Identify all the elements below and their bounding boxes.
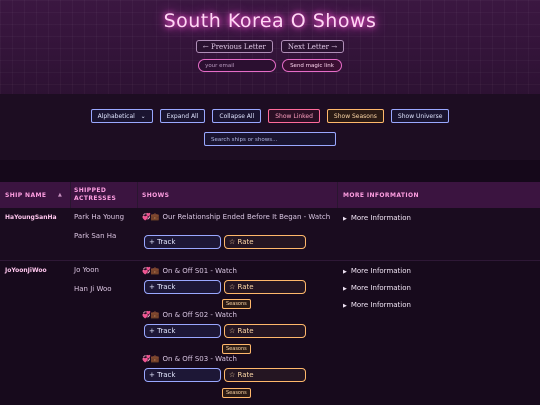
table-row: JoYoonJiWoo Jo Yoon Han Ji Woo 💞💼 On & Of… <box>0 260 540 405</box>
controls-row: Alphabetical ⌄ Expand All Collapse All S… <box>0 109 540 123</box>
table-header: SHIP NAME ▲ SHIPPED ACTRESSES SHOWS MORE… <box>0 182 540 208</box>
more-information-toggle[interactable]: ▶ More Information <box>343 301 411 309</box>
show-seasons-button[interactable]: Show Seasons <box>326 109 384 123</box>
sort-select[interactable]: Alphabetical ⌄ <box>90 109 153 123</box>
collapse-all-button[interactable]: Collapse All <box>212 109 262 123</box>
ship-name: HaYoungSanHa <box>5 214 57 221</box>
show-linked-button[interactable]: Show Linked <box>268 109 320 123</box>
triangle-right-icon: ▶ <box>343 286 347 292</box>
controls-panel: Alphabetical ⌄ Expand All Collapse All S… <box>0 94 540 160</box>
column-header-ship-name[interactable]: SHIP NAME ▲ <box>5 182 70 208</box>
track-button[interactable]: + Track <box>144 368 221 382</box>
actress-name: Jo Yoon <box>74 266 99 274</box>
triangle-right-icon: ▶ <box>343 269 347 275</box>
search-input[interactable]: Search ships or shows... <box>204 132 336 146</box>
track-button[interactable]: + Track <box>144 235 221 249</box>
show-link[interactable]: 💞💼 On & Off S03 - Watch <box>142 354 332 364</box>
column-header-shipped-actresses[interactable]: SHIPPED ACTRESSES <box>74 182 134 208</box>
show-link[interactable]: 💞💼 On & Off S01 - Watch <box>142 266 332 276</box>
show-link[interactable]: 💞💼 On & Off S02 - Watch <box>142 310 332 320</box>
track-button[interactable]: + Track <box>144 280 221 294</box>
email-field[interactable]: your email <box>198 59 277 72</box>
show-universe-button[interactable]: Show Universe <box>390 109 450 123</box>
rate-button[interactable]: ☆ Rate <box>224 280 306 294</box>
show-title: On & Off S03 - Watch <box>162 355 237 363</box>
rate-button[interactable]: ☆ Rate <box>224 235 306 249</box>
show-title: On & Off S01 - Watch <box>162 267 237 275</box>
previous-letter-button[interactable]: ← Previous Letter <box>195 40 273 53</box>
triangle-right-icon: ▶ <box>343 303 347 309</box>
table-row: HaYoungSanHa Park Ha Young Park San Ha 💞… <box>0 208 540 260</box>
sort-select-value: Alphabetical <box>97 112 135 120</box>
show-link[interactable]: 💞💼 Our Relationship Ended Before It Began… <box>142 212 332 222</box>
seasons-badge[interactable]: Seasons <box>222 388 251 398</box>
next-letter-button[interactable]: Next Letter → <box>280 40 345 53</box>
column-header-shows[interactable]: SHOWS <box>142 182 332 208</box>
heart-briefcase-icon: 💞💼 <box>142 213 160 221</box>
letter-nav: ← Previous Letter Next Letter → <box>0 40 540 53</box>
triangle-right-icon: ▶ <box>343 216 347 222</box>
expand-all-button[interactable]: Expand All <box>159 109 206 123</box>
more-information-toggle[interactable]: ▶ More Information <box>343 284 411 292</box>
chevron-down-icon: ⌄ <box>140 112 146 120</box>
seasons-badge[interactable]: Seasons <box>222 299 251 309</box>
ship-name: JoYoonJiWoo <box>5 267 47 274</box>
more-information-toggle[interactable]: ▶ More Information <box>343 267 411 275</box>
actress-name: Han Ji Woo <box>74 285 112 293</box>
magic-link-form: your email Send magic link <box>0 59 540 72</box>
sort-arrow-icon: ▲ <box>58 192 63 198</box>
actress-name: Park Ha Young <box>74 213 125 221</box>
column-header-more-information[interactable]: MORE INFORMATION <box>343 182 533 208</box>
page-title: South Korea O Shows <box>163 10 377 32</box>
seasons-badge[interactable]: Seasons <box>222 344 251 354</box>
heart-briefcase-icon: 💞💼 <box>142 355 160 363</box>
heart-briefcase-icon: 💞💼 <box>142 267 160 275</box>
rate-button[interactable]: ☆ Rate <box>224 368 306 382</box>
show-title: Our Relationship Ended Before It Began -… <box>162 213 331 221</box>
actress-name: Park San Ha <box>74 232 117 240</box>
send-magic-link-button[interactable]: Send magic link <box>282 59 342 72</box>
heart-briefcase-icon: 💞💼 <box>142 311 160 319</box>
show-title: On & Off S02 - Watch <box>162 311 237 319</box>
rate-button[interactable]: ☆ Rate <box>224 324 306 338</box>
track-button[interactable]: + Track <box>144 324 221 338</box>
more-information-toggle[interactable]: ▶ More Information <box>343 214 411 222</box>
